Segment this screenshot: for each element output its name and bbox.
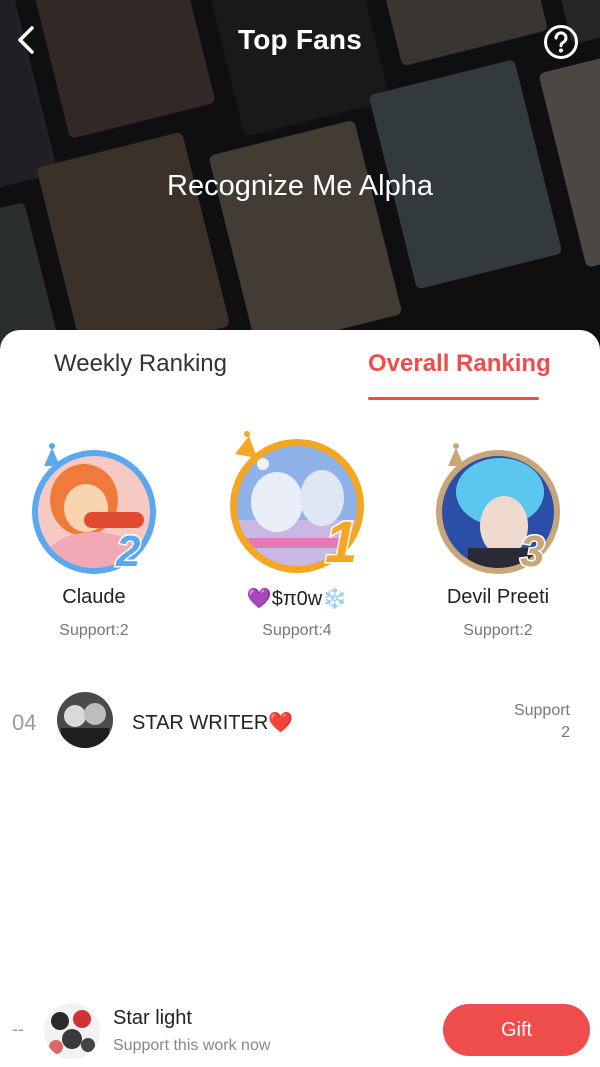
svg-text:2: 2 xyxy=(115,527,141,572)
question-circle-icon xyxy=(544,25,578,59)
support-value: 2 xyxy=(561,724,570,741)
page-title: Top Fans xyxy=(238,24,362,55)
tab-weekly-ranking[interactable]: Weekly Ranking xyxy=(54,350,227,378)
avatar xyxy=(44,1003,100,1059)
podium-name: 💜$π0w❄️ xyxy=(246,588,348,610)
help-button[interactable] xyxy=(543,24,579,60)
rank-1-badge-icon: 1 xyxy=(324,509,359,569)
my-rank-number: -- xyxy=(12,1019,24,1039)
svg-text:3: 3 xyxy=(520,527,544,572)
rank-number: 04 xyxy=(12,710,37,735)
book-title: Recognize Me Alpha xyxy=(167,170,433,202)
my-name: Star light xyxy=(113,1007,192,1029)
tab-overall-ranking[interactable]: Overall Ranking xyxy=(368,350,551,378)
gift-button[interactable]: Gift xyxy=(443,1004,590,1056)
podium-rank-1[interactable]: 1 💜$π0w❄️ Support:4 xyxy=(197,430,397,640)
fan-name: STAR WRITER❤️ xyxy=(132,712,294,734)
rank-2-badge-icon: 2 xyxy=(114,526,143,572)
podium-support: Support:4 xyxy=(262,622,332,639)
my-rank-bar: -- Star light Support this work now Gift xyxy=(0,995,600,1067)
avatar xyxy=(57,692,113,748)
podium-rank-2[interactable]: 2 Claude Support:2 xyxy=(0,430,194,640)
podium-support: Support:2 xyxy=(463,622,533,639)
rank-3-badge-icon: 3 xyxy=(519,526,546,572)
podium-name: Devil Preeti xyxy=(446,586,550,608)
header-banner: Top Fans Recognize Me Alpha xyxy=(0,0,600,350)
list-item[interactable]: 04 STAR WRITER❤️ Support 2 xyxy=(0,688,600,758)
support-label: Support xyxy=(513,702,570,719)
podium-rank-3[interactable]: 3 Devil Preeti Support:2 xyxy=(398,430,598,640)
ranking-panel: Weekly Ranking Overall Ranking 2 Claude … xyxy=(0,330,600,1067)
support-prompt: Support this work now xyxy=(113,1037,271,1054)
active-tab-indicator xyxy=(368,397,539,400)
podium-name: Claude xyxy=(62,586,126,608)
podium-support: Support:2 xyxy=(59,622,129,639)
svg-text:1: 1 xyxy=(325,510,357,568)
